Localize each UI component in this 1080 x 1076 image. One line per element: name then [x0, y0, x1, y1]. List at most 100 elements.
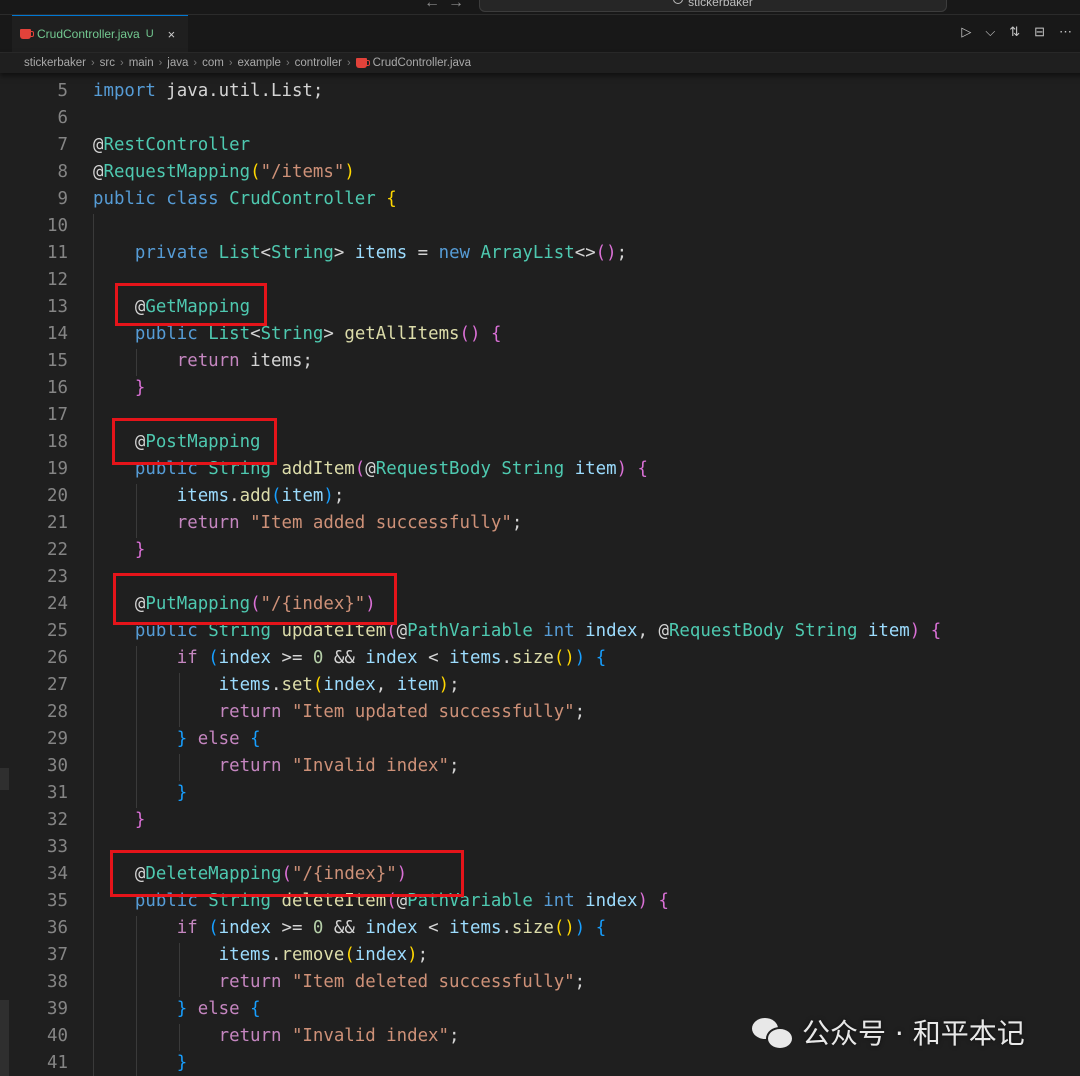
code-line[interactable]: 16 }	[0, 375, 1080, 402]
code-token: int	[543, 891, 586, 911]
breadcrumb-item[interactable]: example	[237, 57, 280, 69]
code-line[interactable]: 7 @RestController	[0, 132, 1080, 159]
code-line[interactable]: 10	[0, 213, 1080, 240]
command-center-search[interactable]: stickerbaker	[479, 0, 947, 12]
code-token: add	[239, 486, 272, 506]
code-token: index	[585, 621, 638, 641]
code-text: import java.util.List;	[93, 78, 323, 105]
breadcrumb-file[interactable]: CrudController.java	[355, 57, 471, 69]
code-line[interactable]: 22 }	[0, 537, 1080, 564]
breadcrumb-item[interactable]: controller	[295, 57, 342, 69]
code-token: <	[417, 918, 450, 938]
code-token: .	[271, 945, 282, 965]
compare-changes-icon[interactable]: ⇅	[1009, 24, 1020, 40]
run-icon[interactable]: ▷	[961, 24, 971, 40]
code-token: .	[271, 675, 282, 695]
code-line[interactable]: 20 items.add(item);	[0, 483, 1080, 510]
more-actions-icon[interactable]: ⋯	[1059, 24, 1072, 40]
code-token: )	[616, 459, 628, 479]
code-token: set	[281, 675, 313, 695]
code-line[interactable]: 21 return "Item added successfully";	[0, 510, 1080, 537]
code-token: RequestBody	[668, 621, 795, 641]
code-text: return "Item added successfully";	[93, 510, 523, 537]
line-number: 39	[47, 999, 68, 1019]
code-line[interactable]: 32 }	[0, 807, 1080, 834]
code-token: }	[134, 540, 146, 560]
line-number: 18	[47, 432, 68, 452]
line-number: 28	[47, 702, 68, 722]
breadcrumb-item[interactable]: com	[202, 57, 224, 69]
split-editor-icon[interactable]: ⊟	[1034, 24, 1045, 40]
code-token: RequestMapping	[103, 162, 251, 182]
code-line[interactable]: 8 @RequestMapping("/items")	[0, 159, 1080, 186]
close-icon[interactable]: ×	[168, 27, 176, 42]
line-number: 34	[47, 864, 68, 884]
nav-arrows[interactable]: ←→	[424, 0, 472, 12]
breadcrumb-item[interactable]: src	[100, 57, 115, 69]
breadcrumb-item[interactable]: java	[167, 57, 188, 69]
code-token: (	[250, 162, 261, 182]
code-line[interactable]: 11 private List<String> items = new Arra…	[0, 240, 1080, 267]
code-line[interactable]: 27 items.set(index, item);	[0, 672, 1080, 699]
code-line[interactable]: 26 if (index >= 0 && index < items.size(…	[0, 645, 1080, 672]
code-line[interactable]: 36 if (index >= 0 && index < items.size(…	[0, 915, 1080, 942]
code-line[interactable]: 41 }	[0, 1050, 1080, 1076]
code-line[interactable]: 30 return "Invalid index";	[0, 753, 1080, 780]
code-line[interactable]: 9 public class CrudController {	[0, 186, 1080, 213]
breadcrumb-item[interactable]: stickerbaker	[24, 57, 86, 69]
line-number: 35	[47, 891, 68, 911]
breadcrumb-item[interactable]: main	[129, 57, 154, 69]
code-token: items;	[250, 351, 313, 371]
code-token: public	[134, 324, 209, 344]
line-number: 19	[47, 459, 68, 479]
code-token: return	[218, 702, 292, 722]
back-arrow-icon[interactable]: ←	[424, 0, 448, 11]
code-token: return	[176, 351, 251, 371]
code-token: >	[323, 324, 345, 344]
code-line[interactable]: 37 items.remove(index);	[0, 942, 1080, 969]
code-line[interactable]: 5 import java.util.List;	[0, 78, 1080, 105]
code-token: &&	[323, 648, 366, 668]
forward-arrow-icon[interactable]: →	[448, 0, 472, 11]
line-number: 33	[47, 837, 68, 857]
code-token: items	[449, 648, 502, 668]
code-token: item	[574, 459, 617, 479]
code-token: index	[218, 918, 272, 938]
line-number: 23	[47, 567, 68, 587]
line-number: 30	[47, 756, 68, 776]
code-line[interactable]: 38 return "Item deleted successfully";	[0, 969, 1080, 996]
code-token: (	[344, 945, 355, 965]
code-token: (	[271, 486, 282, 506]
code-token: String	[794, 621, 868, 641]
code-token: items	[354, 243, 408, 263]
code-token: .	[501, 918, 512, 938]
code-editor[interactable]: 5 import java.util.List; 6 7 @RestController…	[0, 66, 1080, 1076]
code-token: return	[218, 972, 292, 992]
code-line[interactable]: 15 return items;	[0, 348, 1080, 375]
tab-crud-controller[interactable]: CrudController.java U ×	[12, 15, 188, 52]
code-line[interactable]: 28 return "Item updated successfully";	[0, 699, 1080, 726]
code-line[interactable]: 31 }	[0, 780, 1080, 807]
code-token: ;	[417, 945, 429, 965]
code-text: } else {	[93, 996, 261, 1023]
code-text: return items;	[93, 348, 313, 375]
tab-file-name: CrudController.java	[37, 27, 140, 41]
code-text: items.remove(index);	[93, 942, 428, 969]
code-line[interactable]: 29 } else {	[0, 726, 1080, 753]
chevron-down-icon[interactable]: ⌵	[985, 24, 995, 40]
code-token: (	[208, 918, 219, 938]
line-number: 36	[47, 918, 68, 938]
code-line[interactable]: 6	[0, 105, 1080, 132]
code-token: )	[637, 891, 649, 911]
